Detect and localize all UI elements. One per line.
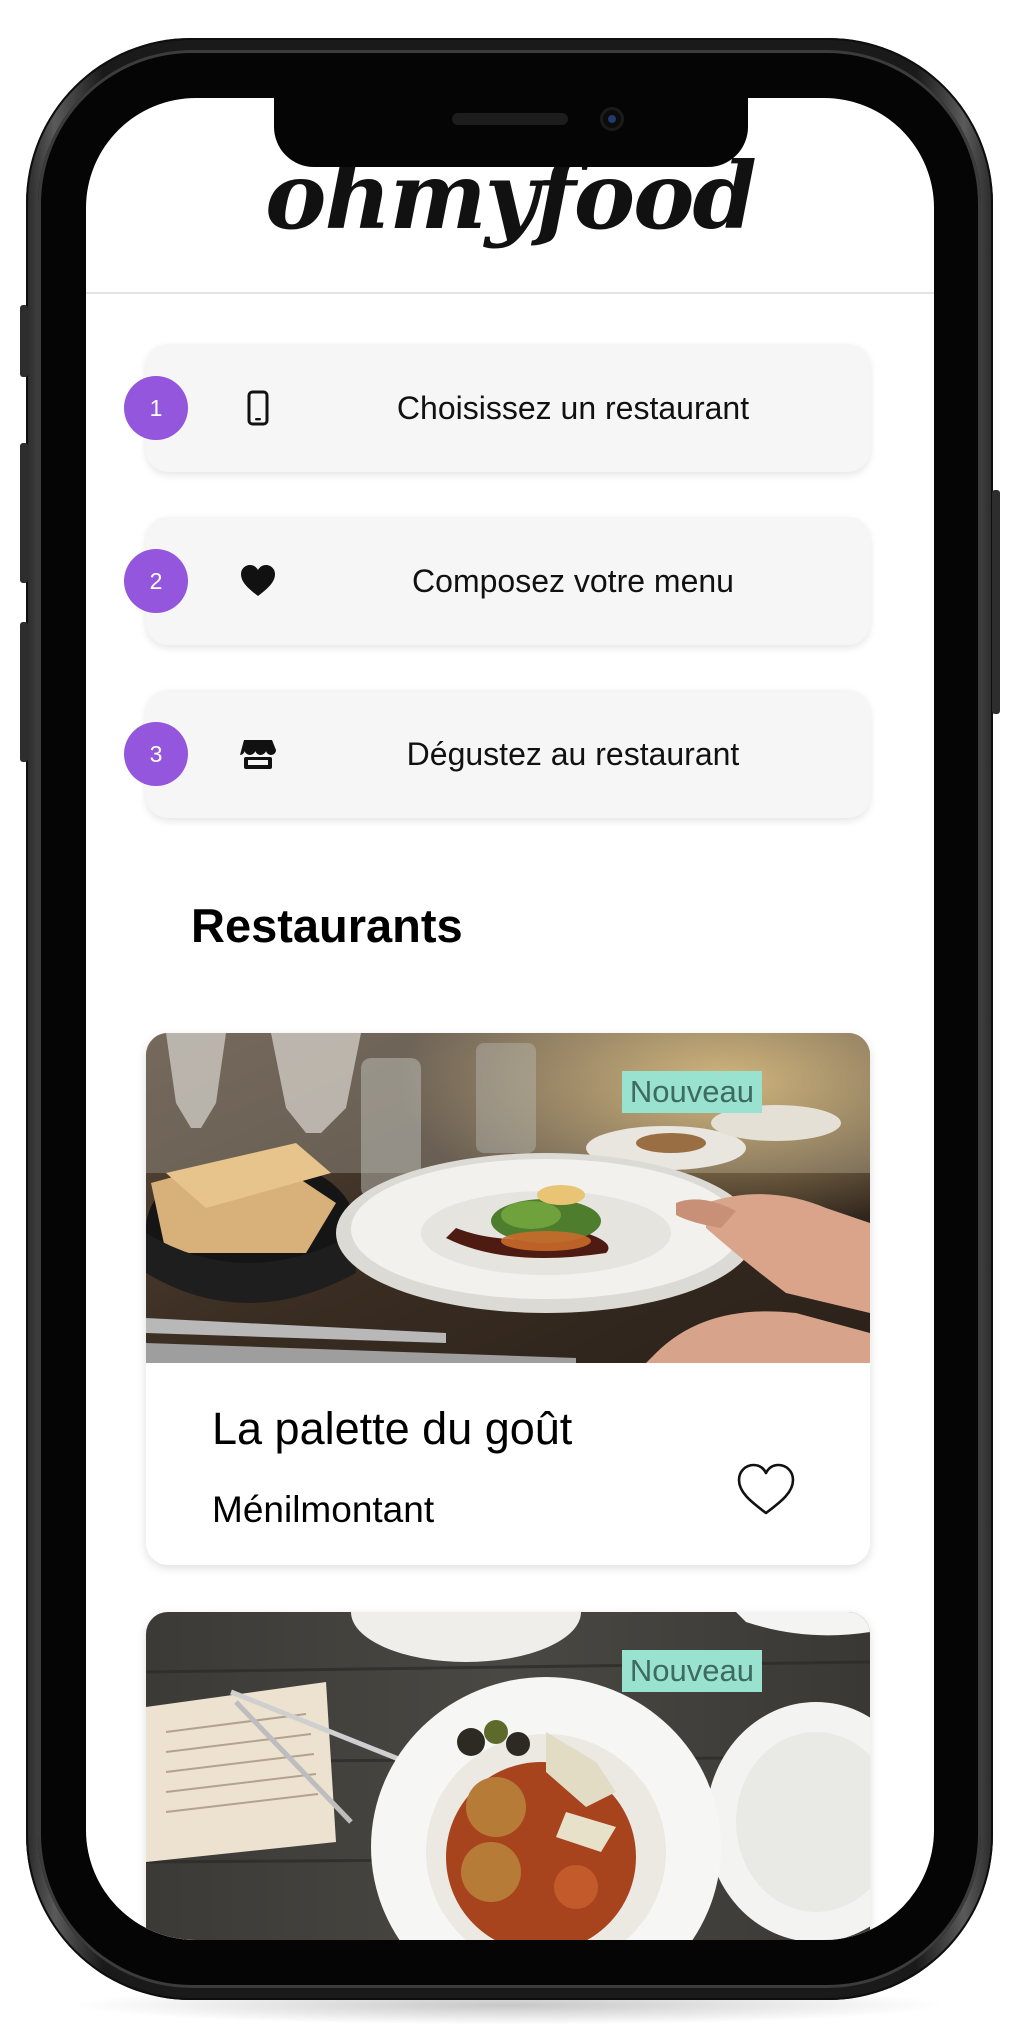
phone-speaker — [452, 113, 568, 125]
power-button — [992, 490, 1000, 714]
step-label: Dégustez au restaurant — [406, 736, 740, 772]
step-label: Composez votre menu — [412, 563, 734, 599]
new-badge: Nouveau — [621, 1650, 762, 1692]
step-compose-menu: 2 Composez votre menu — [124, 517, 870, 645]
step-label: Choisissez un restaurant — [396, 390, 750, 426]
restaurant-area: Ménilmontant — [212, 1489, 435, 1530]
restaurant-card[interactable]: Nouveau — [146, 1612, 870, 1940]
restaurant-card[interactable]: Nouveau La palette du goût Ménilmontant — [146, 1033, 870, 1565]
section-title: Restaurants — [191, 899, 463, 952]
front-camera — [600, 107, 624, 131]
new-badge: Nouveau — [621, 1071, 762, 1113]
smartphone-icon — [247, 390, 269, 426]
store-icon — [240, 740, 276, 769]
step-number-badge: 3 — [124, 722, 188, 786]
phone-screen: ohmyfood 1 Choisissez un restaurant 2 Co… — [86, 98, 934, 1940]
step-number-badge: 1 — [124, 376, 188, 440]
device-mockup: ohmyfood 1 Choisissez un restaurant 2 Co… — [0, 0, 1021, 2037]
heart-icon — [241, 565, 275, 596]
step-taste-restaurant: 3 Dégustez au restaurant — [124, 690, 870, 818]
step-choose-restaurant: 1 Choisissez un restaurant — [124, 344, 870, 472]
volume-down-button — [20, 622, 28, 762]
step-number-badge: 2 — [124, 549, 188, 613]
mute-switch — [20, 305, 28, 377]
restaurant-name: La palette du goût — [212, 1403, 573, 1454]
phone-notch — [274, 97, 748, 167]
volume-up-button — [20, 443, 28, 583]
heart-outline-icon[interactable] — [736, 1461, 796, 1517]
